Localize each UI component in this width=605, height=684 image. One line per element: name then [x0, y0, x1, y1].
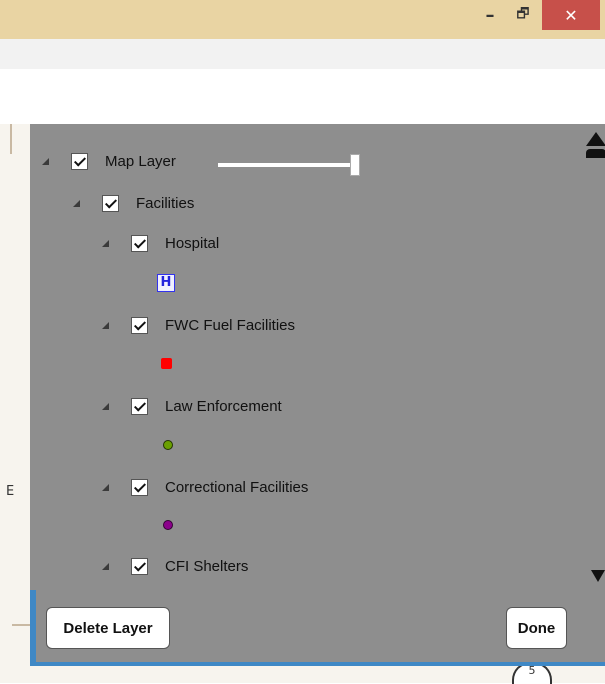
panel-accent-edge [30, 662, 605, 666]
opacity-slider[interactable] [218, 154, 366, 176]
hospital-label: Hospital [165, 234, 220, 252]
checkbox-facilities[interactable] [102, 194, 119, 212]
checkbox-shelters[interactable] [131, 557, 148, 575]
map-road-line [10, 124, 12, 154]
expander-collapse-icon[interactable] [42, 157, 49, 165]
expander-collapse-icon[interactable] [102, 562, 109, 570]
hospital-icon: H [157, 274, 175, 292]
tree-row-map-layer: Map Layer [42, 148, 176, 174]
minimize-button[interactable]: – [475, 0, 505, 30]
correctional-marker-icon [163, 520, 173, 530]
map-road-line [12, 624, 30, 626]
toolbar-strip [0, 39, 605, 69]
delete-layer-button[interactable]: Delete Layer [46, 607, 170, 649]
layer-panel: Map Layer Facilities Hospital H FWC Fuel… [30, 124, 605, 666]
restore-button[interactable]: 🗗 [508, 0, 538, 30]
checkbox-map-layer[interactable] [71, 152, 88, 170]
map-layer-label: Map Layer [105, 152, 176, 170]
expander-collapse-icon[interactable] [102, 483, 109, 491]
tree-row-correctional: Correctional Facilities [102, 474, 308, 500]
tree-row-shelters: CFI Shelters [102, 553, 248, 579]
tree-row-fuel: FWC Fuel Facilities [102, 312, 295, 338]
tree-row-facilities: Facilities [73, 190, 194, 216]
expander-collapse-icon[interactable] [102, 321, 109, 329]
checkbox-hospital[interactable] [131, 234, 148, 252]
expander-collapse-icon[interactable] [102, 402, 109, 410]
law-marker-icon [163, 440, 173, 450]
slider-thumb[interactable] [350, 154, 360, 176]
scroll-down-icon[interactable] [591, 570, 605, 582]
slider-track [218, 163, 358, 167]
layer-tree: Map Layer Facilities Hospital H FWC Fuel… [30, 124, 585, 584]
checkbox-law[interactable] [131, 397, 148, 415]
close-button[interactable]: ✕ [542, 0, 600, 30]
done-button[interactable]: Done [506, 607, 567, 649]
facilities-label: Facilities [136, 194, 195, 212]
panel-accent-edge [30, 590, 36, 666]
checkbox-correctional[interactable] [131, 478, 148, 496]
scroll-to-top-bar-icon[interactable] [586, 149, 605, 158]
tree-row-law: Law Enforcement [102, 393, 282, 419]
fuel-label: FWC Fuel Facilities [165, 316, 296, 334]
expander-collapse-icon[interactable] [73, 199, 80, 207]
expander-collapse-icon[interactable] [102, 239, 109, 247]
shelters-label: CFI Shelters [165, 557, 249, 575]
window-titlebar: – 🗗 ✕ [0, 0, 605, 39]
map-place-label: E [6, 484, 15, 499]
law-label: Law Enforcement [165, 397, 282, 415]
fuel-marker-icon [161, 358, 172, 369]
correctional-label: Correctional Facilities [165, 478, 309, 496]
scroll-to-top-icon[interactable] [586, 132, 605, 146]
tree-row-hospital: Hospital [102, 230, 219, 256]
checkbox-fuel[interactable] [131, 316, 148, 334]
